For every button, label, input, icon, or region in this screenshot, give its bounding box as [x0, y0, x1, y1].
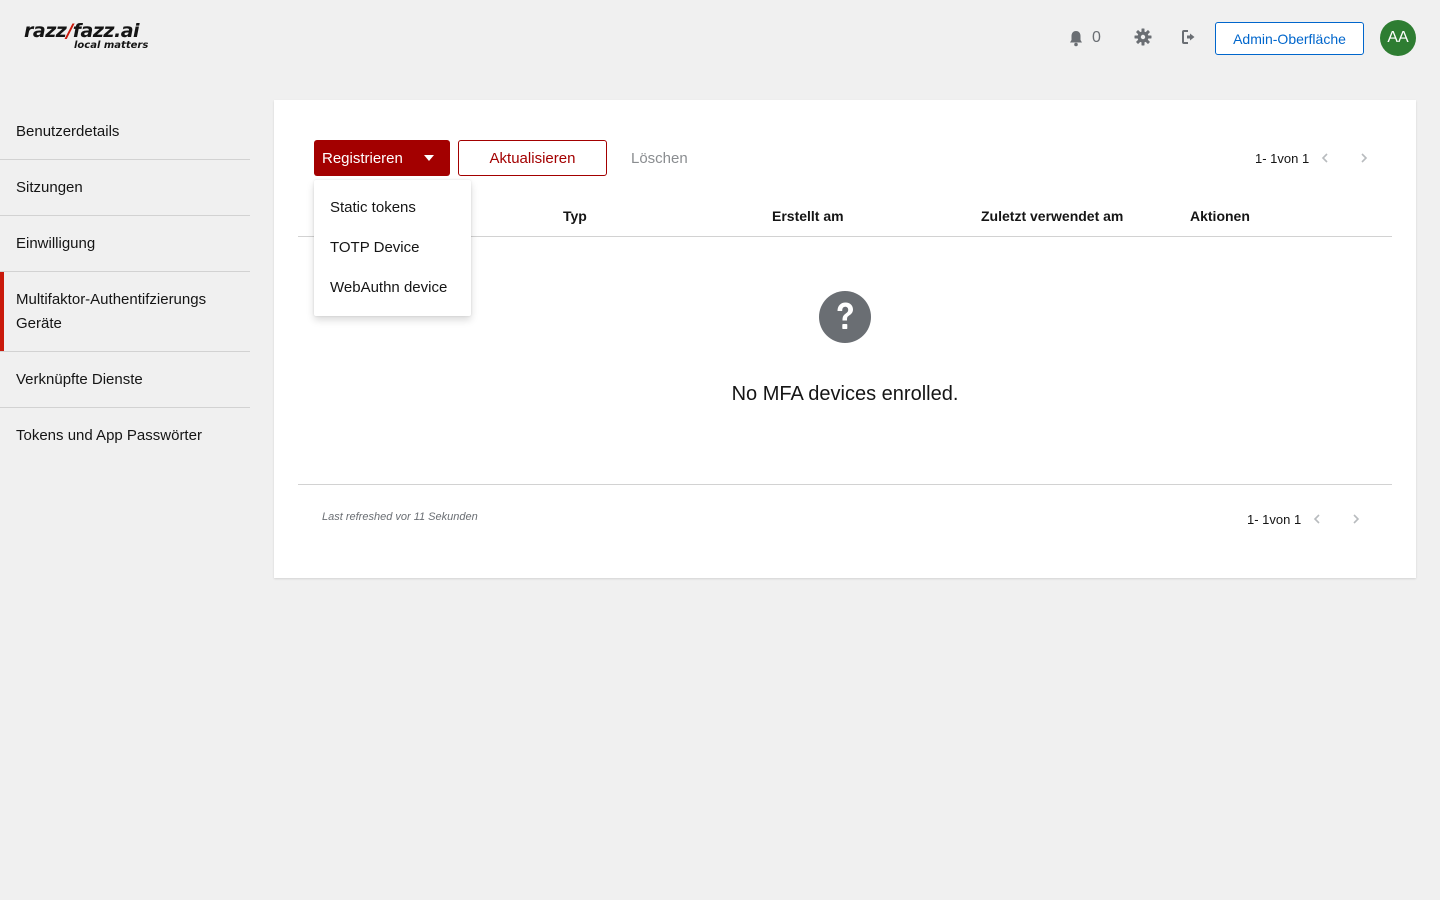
chevron-right-icon[interactable]: [1357, 151, 1371, 165]
footer-divider: [298, 484, 1392, 485]
logout-icon[interactable]: [1181, 28, 1199, 46]
sidebar-item-label: Benutzerdetails: [16, 122, 120, 140]
sidebar-item-label: Verknüpfte Dienste: [16, 370, 143, 388]
menu-item-webauthn-device[interactable]: WebAuthn device: [314, 267, 471, 307]
chevron-left-icon[interactable]: [1310, 512, 1324, 526]
refresh-button[interactable]: Aktualisieren: [458, 140, 607, 176]
logo-tagline: local matters: [74, 40, 149, 51]
user-avatar[interactable]: AA: [1380, 20, 1416, 56]
sidebar-item-mfa-devices[interactable]: Multifaktor-Authentifzierungs Geräte: [0, 272, 250, 352]
sidebar-item-label: Einwilligung: [16, 234, 96, 252]
top-pagination: 1- 1von 1: [1255, 148, 1375, 168]
column-header-last-used[interactable]: Zuletzt verwendet am: [981, 208, 1123, 224]
admin-interface-button[interactable]: Admin-Oberfläche: [1215, 22, 1364, 55]
sidebar-item-consent[interactable]: Einwilligung: [0, 216, 250, 272]
caret-down-icon: [424, 155, 434, 161]
sidebar-item-linked-services[interactable]: Verknüpfte Dienste: [0, 352, 250, 408]
bell-icon: [1070, 30, 1082, 46]
brand-logo[interactable]: razz/fazz.ai local matters: [24, 20, 154, 56]
menu-item-totp-device[interactable]: TOTP Device: [314, 227, 471, 267]
column-header-actions: Aktionen: [1190, 208, 1250, 224]
column-header-created[interactable]: Erstellt am: [772, 208, 844, 224]
chevron-left-icon[interactable]: [1318, 151, 1332, 165]
sidebar-nav: Benutzerdetails Sitzungen Einwilligung M…: [0, 104, 250, 464]
column-header-type[interactable]: Typ: [563, 208, 587, 224]
top-header: razz/fazz.ai local matters 0 Admin-Oberf…: [0, 0, 1440, 76]
gear-icon[interactable]: [1134, 28, 1152, 46]
question-circle-icon: [819, 291, 871, 343]
sidebar-item-user-details[interactable]: Benutzerdetails: [0, 104, 250, 160]
chevron-right-icon[interactable]: [1349, 512, 1363, 526]
sidebar-item-label: Tokens und App Passwörter: [16, 427, 202, 444]
sidebar-item-label: Multifaktor-Authentifzierungs Geräte: [16, 290, 207, 332]
register-dropdown-menu: Static tokens TOTP Device WebAuthn devic…: [314, 180, 471, 316]
bottom-pagination: 1- 1von 1: [1247, 509, 1367, 529]
sidebar-item-sessions[interactable]: Sitzungen: [0, 160, 250, 216]
pagination-info[interactable]: 1- 1von 1: [1255, 151, 1309, 166]
mfa-devices-card: Registrieren Aktualisieren Löschen 1- 1v…: [274, 100, 1416, 578]
delete-button[interactable]: Löschen: [631, 140, 688, 176]
empty-state-message: No MFA devices enrolled.: [731, 383, 959, 405]
notification-count: 0: [1092, 29, 1101, 46]
sidebar-item-tokens-app-passwords[interactable]: Tokens und App Passwörter: [0, 408, 250, 464]
last-refreshed-text: Last refreshed vor 11 Sekunden: [322, 511, 478, 523]
register-button-label: Registrieren: [322, 149, 403, 167]
menu-item-static-tokens[interactable]: Static tokens: [314, 187, 471, 227]
pagination-info[interactable]: 1- 1von 1: [1247, 512, 1301, 527]
notifications-button[interactable]: 0: [1068, 28, 1108, 48]
logo-wordmark: razz/fazz.ai: [24, 20, 140, 42]
register-dropdown-button[interactable]: Registrieren: [314, 140, 450, 176]
sidebar-item-label: Sitzungen: [16, 178, 83, 196]
